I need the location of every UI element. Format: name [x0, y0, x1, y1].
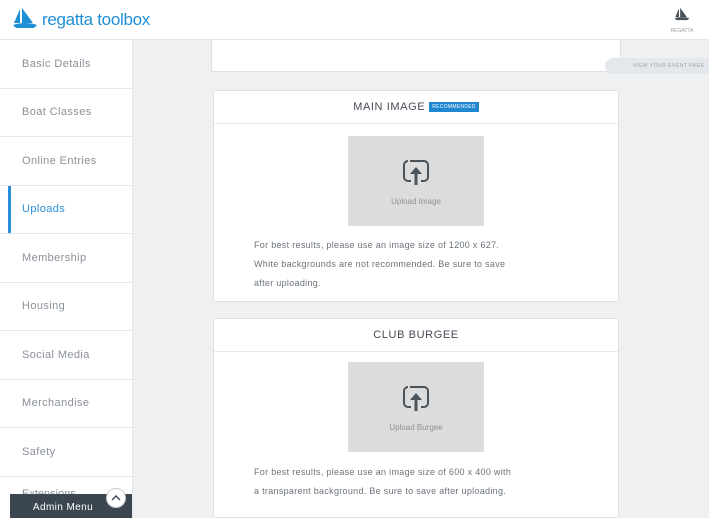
- sidebar-item-label: Safety: [22, 445, 56, 458]
- upload-image-button[interactable]: Upload Image: [348, 136, 484, 226]
- hint-line: a transparent background. Be sure to sav…: [254, 486, 507, 496]
- top-bar: regatta toolbox REGATTA: [0, 0, 709, 40]
- club-burgee-hint: For best results, please use an image si…: [254, 463, 594, 501]
- sidebar-item-label: Membership: [22, 251, 87, 264]
- previous-card: [211, 40, 621, 72]
- card-title: CLUB BURGEE: [373, 329, 459, 341]
- upload-burgee-button[interactable]: Upload Burgee: [348, 362, 484, 452]
- sidebar-item-basic-details[interactable]: Basic Details: [0, 40, 132, 89]
- app-name: regatta toolbox: [42, 10, 150, 29]
- sidebar-item-membership[interactable]: Membership: [0, 234, 132, 283]
- sidebar-item-housing[interactable]: Housing: [0, 283, 132, 331]
- card-title: MAIN IMAGE: [353, 101, 426, 113]
- main-image-card: MAIN IMAGE RECOMMENDED Upload Image For …: [213, 90, 619, 302]
- sidebar-item-boat-classes[interactable]: Boat Classes: [0, 89, 132, 137]
- sidebar-item-online-entries[interactable]: Online Entries: [0, 137, 132, 186]
- sidebar-item-label: Uploads: [22, 203, 66, 216]
- hint-line: White backgrounds are not recommended. B…: [254, 259, 506, 269]
- upload-label: Upload Burgee: [389, 422, 443, 432]
- hint-line: after uploading.: [254, 278, 321, 288]
- sidebar-item-label: Social Media: [22, 348, 90, 361]
- chevron-up-icon[interactable]: [106, 488, 126, 508]
- hint-line: For best results, please use an image si…: [254, 240, 500, 250]
- top-right-caption: REGATTA: [670, 28, 694, 34]
- sidebar-item-label: Housing: [22, 300, 66, 313]
- club-burgee-card: CLUB BURGEE Upload Burgee For best resul…: [213, 318, 619, 518]
- upload-label: Upload Image: [391, 196, 441, 206]
- app-logo[interactable]: regatta toolbox: [12, 7, 150, 34]
- upload-icon: [401, 383, 431, 418]
- top-right-logo[interactable]: REGATTA: [669, 6, 695, 34]
- card-header: MAIN IMAGE RECOMMENDED: [214, 91, 618, 124]
- admin-menu-label: Admin Menu: [32, 502, 94, 513]
- view-event-page-link[interactable]: VIEW YOUR EVENT PAGE: [605, 58, 709, 74]
- sailboat-icon: [674, 6, 690, 27]
- sidebar-item-label: Merchandise: [22, 397, 90, 410]
- sidebar-item-safety[interactable]: Safety: [0, 428, 132, 477]
- hint-line: For best results, please use an image si…: [254, 467, 512, 477]
- main-image-hint: For best results, please use an image si…: [254, 236, 594, 293]
- main-content: VIEW YOUR EVENT PAGE MAIN IMAGE RECOMMEN…: [133, 40, 709, 518]
- sidebar: Basic Details Boat Classes Online Entrie…: [0, 40, 133, 518]
- recommended-badge: RECOMMENDED: [429, 102, 479, 112]
- sidebar-item-merchandise[interactable]: Merchandise: [0, 380, 132, 428]
- sidebar-item-label: Basic Details: [22, 57, 91, 70]
- sidebar-item-uploads[interactable]: Uploads: [0, 185, 132, 234]
- card-header: CLUB BURGEE: [214, 319, 618, 352]
- sidebar-item-label: Boat Classes: [22, 106, 92, 119]
- admin-menu-button[interactable]: Admin Menu: [10, 488, 132, 518]
- sidebar-item-social-media[interactable]: Social Media: [0, 331, 132, 380]
- sailboat-logo-icon: [12, 7, 38, 34]
- upload-icon: [401, 157, 431, 192]
- sidebar-item-label: Online Entries: [22, 154, 97, 167]
